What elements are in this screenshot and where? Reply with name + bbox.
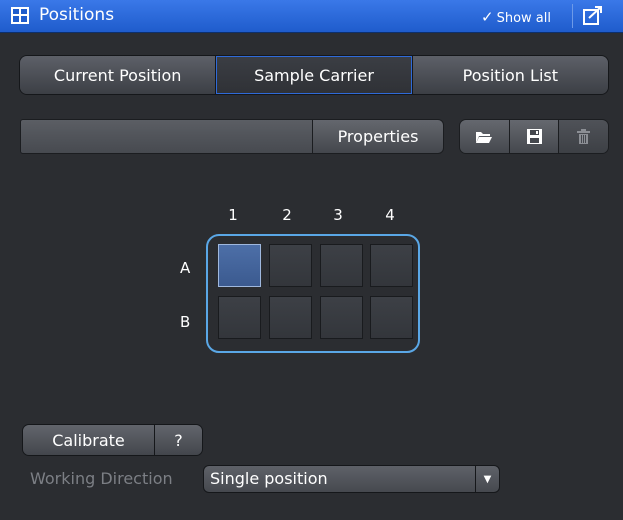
save-button[interactable] [509, 120, 560, 153]
help-button[interactable]: ? [155, 425, 202, 455]
well-b3[interactable] [320, 296, 363, 339]
properties-button[interactable]: Properties [312, 119, 444, 154]
open-folder-icon [476, 131, 493, 143]
column-label-2: 2 [282, 206, 292, 224]
row-label-a: A [180, 259, 191, 277]
sample-carrier [206, 234, 420, 353]
delete-icon [577, 129, 591, 144]
calibrate-group: Calibrate ? [22, 424, 203, 456]
column-label-1: 1 [228, 206, 238, 224]
well-b2[interactable] [269, 296, 312, 339]
tab-current-position[interactable]: Current Position [20, 56, 217, 94]
view-tabs: Current Position Sample Carrier Position… [19, 55, 609, 95]
well-b1[interactable] [218, 296, 261, 339]
title-divider [572, 4, 573, 28]
working-direction-label: Working Direction [30, 469, 173, 488]
column-label-3: 3 [333, 206, 343, 224]
delete-button[interactable] [559, 120, 608, 153]
carrier-name-field[interactable] [20, 119, 313, 154]
undock-icon[interactable] [583, 6, 603, 25]
save-icon [526, 129, 542, 144]
working-direction-select[interactable]: Single position ▼ [203, 465, 500, 493]
show-all-toggle[interactable]: ✓ Show all [481, 8, 551, 26]
well-a4[interactable] [370, 244, 413, 287]
working-direction-value: Single position [210, 469, 328, 488]
window-title: Positions [39, 5, 115, 25]
open-button[interactable] [460, 120, 510, 153]
well-b4[interactable] [370, 296, 413, 339]
row-label-b: B [180, 313, 191, 331]
column-label-4: 4 [385, 206, 395, 224]
title-bar: Positions ✓ Show all [0, 0, 623, 33]
file-toolbar [459, 119, 609, 154]
well-a1[interactable] [218, 244, 261, 287]
tab-position-list[interactable]: Position List [412, 56, 608, 94]
well-a2[interactable] [269, 244, 312, 287]
checkmark-icon: ✓ [481, 8, 494, 26]
show-all-label: Show all [496, 11, 551, 26]
well-a3[interactable] [320, 244, 363, 287]
tab-sample-carrier[interactable]: Sample Carrier [216, 56, 413, 94]
positions-icon [11, 7, 29, 24]
dropdown-arrow-icon[interactable]: ▼ [475, 466, 499, 492]
calibrate-button[interactable]: Calibrate [23, 425, 155, 455]
